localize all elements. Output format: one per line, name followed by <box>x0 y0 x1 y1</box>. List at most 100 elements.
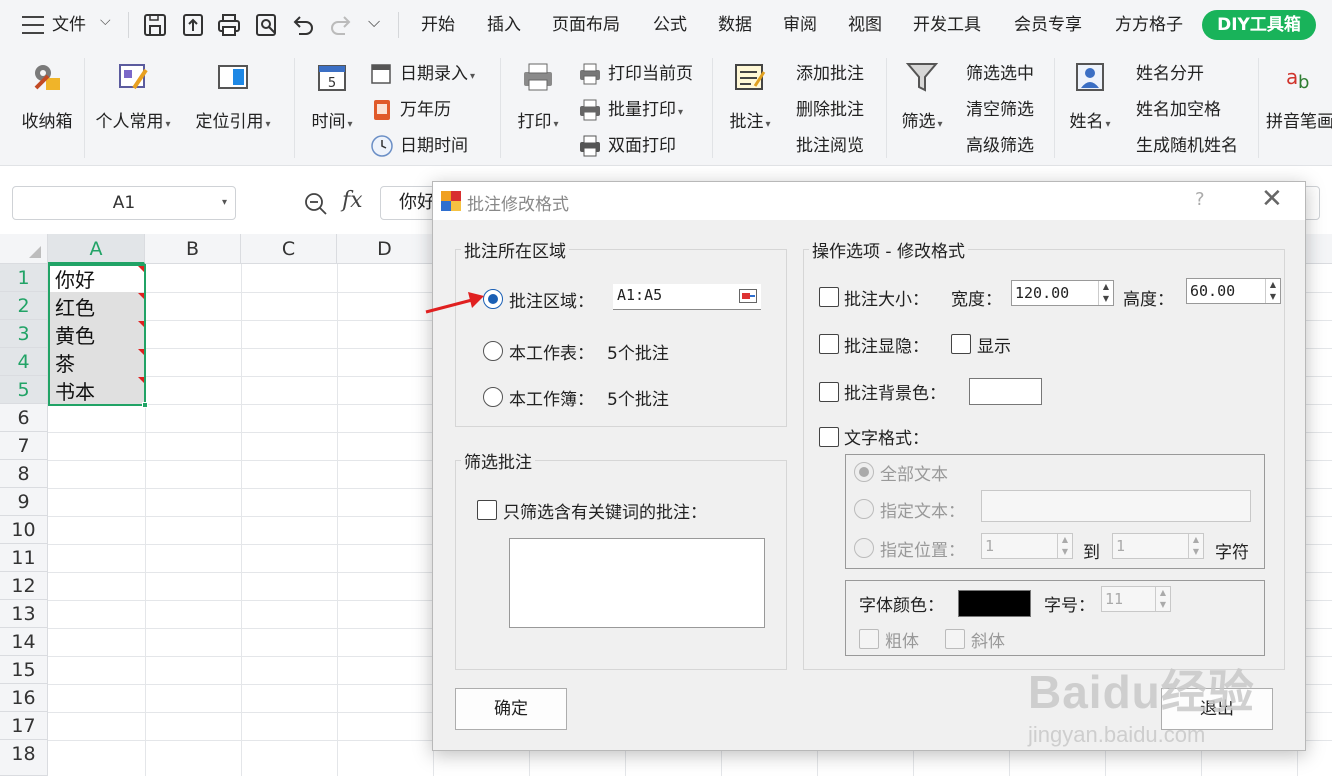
tab-review[interactable]: 审阅 <box>783 12 817 38</box>
spin-up-icon[interactable]: ▲ <box>1156 587 1170 599</box>
row-header-18[interactable]: 18 <box>0 740 48 776</box>
specific-text-input[interactable] <box>981 490 1251 522</box>
range-input[interactable]: A1:A5 <box>613 284 761 310</box>
chevron-down-icon[interactable]: ⌵ <box>100 13 111 29</box>
row-header-6[interactable]: 6 <box>0 404 48 432</box>
zoom-formula-icon[interactable] <box>304 192 328 216</box>
font-size-spinner[interactable]: 11 ▲ ▼ <box>1101 586 1171 612</box>
dropdown-arrow-icon[interactable]: ▾ <box>222 187 227 219</box>
tab-view[interactable]: 视图 <box>848 12 882 38</box>
delete-comment-button[interactable]: 删除批注 <box>796 96 864 124</box>
column-header-a[interactable]: A <box>48 234 145 264</box>
tab-insert[interactable]: 插入 <box>487 12 521 38</box>
spin-down-icon[interactable]: ▼ <box>1189 546 1203 558</box>
pinyin-stroke-button[interactable]: ab 拼音笔画 <box>1266 60 1332 132</box>
show-checkbox[interactable] <box>951 334 971 354</box>
row-header-13[interactable]: 13 <box>0 600 48 628</box>
radio-this-workbook[interactable] <box>483 387 503 407</box>
customize-quick-access-icon[interactable]: ⌵ <box>368 12 380 32</box>
close-icon[interactable]: ✕ <box>1261 184 1283 214</box>
clear-filter-button[interactable]: 清空筛选 <box>966 96 1034 124</box>
advanced-filter-button[interactable]: 高级筛选 <box>966 132 1034 160</box>
position-from-spinner[interactable]: 1 ▲ ▼ <box>981 533 1073 559</box>
random-name-button[interactable]: 生成随机姓名 <box>1136 132 1238 160</box>
comment-visibility-checkbox[interactable] <box>819 334 839 354</box>
spin-up-icon[interactable]: ▲ <box>1058 534 1072 546</box>
range-picker-icon[interactable] <box>739 289 757 303</box>
print-current-page-button[interactable]: 打印当前页 <box>578 60 693 88</box>
radio-all-text[interactable] <box>854 462 874 482</box>
width-spinner[interactable]: 120.00 ▲ ▼ <box>1011 280 1114 306</box>
filter-selected-button[interactable]: 筛选选中 <box>966 60 1034 88</box>
italic-checkbox[interactable] <box>945 629 965 649</box>
comment-button[interactable]: 批注 ▾ <box>722 60 778 132</box>
row-header-1[interactable]: 1 <box>0 264 48 292</box>
cell-a1[interactable]: 你好 <box>50 266 95 294</box>
print-icon[interactable] <box>216 12 242 38</box>
column-header-b[interactable]: B <box>145 234 241 264</box>
duplex-print-button[interactable]: 双面打印 <box>578 132 676 160</box>
storage-box-button[interactable]: 收纳箱 <box>18 60 76 132</box>
redo-icon[interactable] <box>328 12 354 38</box>
row-header-3[interactable]: 3 <box>0 320 48 348</box>
row-header-4[interactable]: 4 <box>0 348 48 376</box>
dialog-title-bar[interactable]: 批注修改格式 ? ✕ <box>433 182 1305 220</box>
row-header-9[interactable]: 9 <box>0 488 48 516</box>
background-color-swatch[interactable] <box>969 378 1042 405</box>
tab-diy-toolbox[interactable]: DIY工具箱 <box>1202 10 1316 40</box>
text-format-checkbox[interactable] <box>819 427 839 447</box>
tab-data[interactable]: 数据 <box>718 12 752 38</box>
filter-button[interactable]: 筛选 ▾ <box>894 60 950 132</box>
position-to-spinner[interactable]: 1 ▲ ▼ <box>1112 533 1204 559</box>
tab-home[interactable]: 开始 <box>421 12 455 38</box>
function-fx-icon[interactable]: fx <box>342 188 363 213</box>
cell-a4[interactable]: 茶 <box>50 350 75 378</box>
hamburger-menu-icon[interactable] <box>22 16 44 34</box>
background-color-checkbox[interactable] <box>819 382 839 402</box>
row-header-17[interactable]: 17 <box>0 712 48 740</box>
column-header-c[interactable]: C <box>241 234 337 264</box>
spin-down-icon[interactable]: ▼ <box>1156 599 1170 611</box>
tab-developer[interactable]: 开发工具 <box>913 12 981 38</box>
column-header-d[interactable]: D <box>337 234 433 264</box>
name-box[interactable]: A1 ▾ <box>12 186 236 220</box>
save-icon[interactable] <box>142 12 168 38</box>
add-comment-button[interactable]: 添加批注 <box>796 60 864 88</box>
comment-size-checkbox[interactable] <box>819 287 839 307</box>
spin-up-icon[interactable]: ▲ <box>1189 534 1203 546</box>
locate-reference-button[interactable]: 定位引用 ▾ <box>190 60 276 132</box>
row-header-7[interactable]: 7 <box>0 432 48 460</box>
name-add-space-button[interactable]: 姓名加空格 <box>1136 96 1221 124</box>
name-button[interactable]: 姓名 ▾ <box>1062 60 1118 132</box>
file-menu[interactable]: 文件 <box>52 12 86 38</box>
view-comment-button[interactable]: 批注阅览 <box>796 132 864 160</box>
perpetual-calendar-button[interactable]: 万年历 <box>370 96 451 124</box>
tab-formulas[interactable]: 公式 <box>653 12 687 38</box>
tab-fangfang[interactable]: 方方格子 <box>1115 12 1183 38</box>
filter-keyword-checkbox[interactable] <box>477 500 497 520</box>
undo-icon[interactable] <box>290 12 316 38</box>
row-header-5[interactable]: 5 <box>0 376 48 404</box>
print-preview-icon[interactable] <box>254 12 280 38</box>
ok-button[interactable]: 确定 <box>455 688 567 730</box>
radio-specific-text[interactable] <box>854 499 874 519</box>
font-color-swatch[interactable] <box>958 590 1031 617</box>
batch-print-button[interactable]: 批量打印 ▾ <box>578 96 683 124</box>
tab-page-layout[interactable]: 页面布局 <box>552 12 620 38</box>
split-name-button[interactable]: 姓名分开 <box>1136 60 1204 88</box>
radio-specific-position[interactable] <box>854 538 874 558</box>
fill-handle[interactable] <box>142 402 148 408</box>
export-pdf-icon[interactable] <box>180 12 206 38</box>
row-header-8[interactable]: 8 <box>0 460 48 488</box>
bold-checkbox[interactable] <box>859 629 879 649</box>
spin-down-icon[interactable]: ▼ <box>1058 546 1072 558</box>
cell-a2[interactable]: 红色 <box>50 294 95 322</box>
row-header-15[interactable]: 15 <box>0 656 48 684</box>
spin-down-icon[interactable]: ▼ <box>1099 293 1113 305</box>
row-header-10[interactable]: 10 <box>0 516 48 544</box>
row-header-16[interactable]: 16 <box>0 684 48 712</box>
spin-up-icon[interactable]: ▲ <box>1099 281 1113 293</box>
row-header-2[interactable]: 2 <box>0 292 48 320</box>
tab-member[interactable]: 会员专享 <box>1014 12 1082 38</box>
row-header-12[interactable]: 12 <box>0 572 48 600</box>
